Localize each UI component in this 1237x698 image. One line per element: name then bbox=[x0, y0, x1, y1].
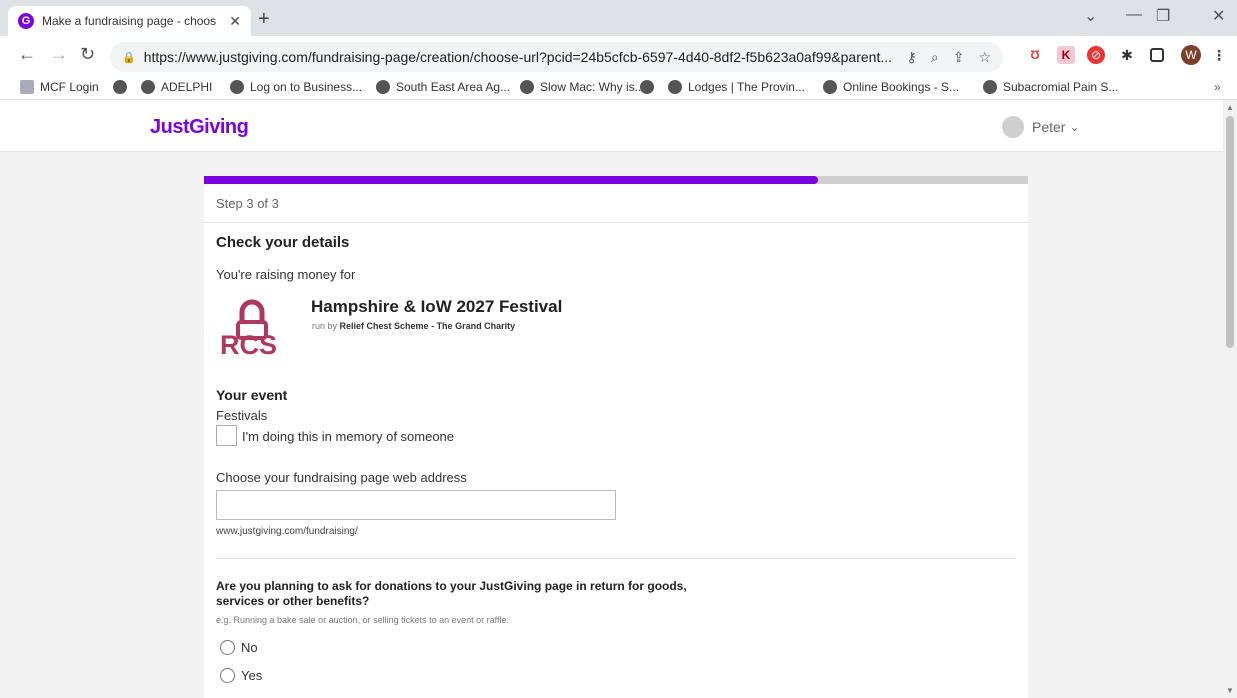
browser-tab[interactable]: G Make a fundraising page - choos ✕ bbox=[8, 6, 251, 36]
lock-icon: 🔒 bbox=[122, 51, 136, 64]
address-url[interactable]: https://www.justgiving.com/fundraising-p… bbox=[144, 49, 893, 65]
globe-icon bbox=[141, 80, 155, 94]
bookmark-online-bookings[interactable]: Online Bookings - S... bbox=[823, 80, 959, 94]
globe-icon bbox=[983, 80, 997, 94]
side-panel-icon[interactable] bbox=[1150, 48, 1164, 62]
bookmark-label: Online Bookings - S... bbox=[843, 80, 960, 94]
scroll-up-icon[interactable]: ▲ bbox=[1226, 103, 1234, 112]
bookmark-globe-2[interactable] bbox=[640, 80, 660, 94]
bookmark-mcf-login[interactable]: MCF Login bbox=[20, 80, 99, 94]
extensions-puzzle-icon[interactable]: ✱ bbox=[1118, 46, 1136, 64]
run-by-prefix: run by bbox=[312, 321, 338, 331]
site-header: JustGiving Peter ⌄ bbox=[0, 100, 1223, 152]
tab-search-icon[interactable]: ⌄ bbox=[1084, 6, 1097, 26]
bookmarks-overflow-button[interactable]: » bbox=[1214, 80, 1221, 94]
extension-u-icon[interactable]: Ʊ bbox=[1026, 46, 1044, 64]
form-card: Step 3 of 3 Check your details You're ra… bbox=[204, 176, 1028, 698]
event-heading: Your event bbox=[216, 387, 288, 403]
radio-no-label: No bbox=[241, 640, 258, 655]
profile-avatar[interactable]: W bbox=[1181, 45, 1201, 65]
mcf-favicon-icon bbox=[20, 80, 34, 94]
run-by-text: run by Relief Chest Scheme - The Grand C… bbox=[312, 321, 515, 331]
bookmark-label: Log on to Business... bbox=[250, 80, 363, 94]
extension-block-icon[interactable]: ⊘ bbox=[1087, 46, 1105, 64]
bookmarks-bar: MCF Login ADELPHI Log on to Business... … bbox=[0, 76, 1237, 100]
radio-yes-label: Yes bbox=[241, 668, 263, 683]
menu-kebab-icon[interactable]: ⋮ bbox=[1210, 46, 1228, 64]
user-name: Peter bbox=[1032, 119, 1066, 135]
close-window-icon[interactable]: ✕ bbox=[1212, 6, 1225, 26]
bookmark-globe[interactable] bbox=[113, 80, 133, 94]
radio-no[interactable] bbox=[220, 640, 235, 655]
back-arrow-icon[interactable]: ← bbox=[18, 44, 36, 65]
bookmark-label: ADELPHI bbox=[161, 80, 213, 94]
event-type: Festivals bbox=[216, 408, 268, 423]
bookmark-slow-mac[interactable]: Slow Mac: Why is... bbox=[520, 80, 645, 94]
user-avatar-icon bbox=[1002, 116, 1024, 138]
in-memory-checkbox[interactable] bbox=[216, 425, 237, 446]
new-tab-button[interactable]: + bbox=[258, 8, 270, 31]
globe-icon bbox=[520, 80, 534, 94]
donations-question: Are you planning to ask for donations to… bbox=[216, 579, 687, 608]
charity-name: Hampshire & IoW 2027 Festival bbox=[311, 297, 563, 316]
web-address-label: Choose your fundraising page web address bbox=[216, 470, 467, 485]
user-menu[interactable]: Peter ⌄ bbox=[1002, 116, 1080, 138]
radio-option-no[interactable]: No bbox=[220, 640, 258, 655]
close-tab-icon[interactable]: ✕ bbox=[229, 13, 241, 30]
step-indicator: Step 3 of 3 bbox=[216, 196, 279, 211]
charity-logo: RCS bbox=[218, 294, 300, 360]
extension-k-icon[interactable]: K bbox=[1057, 46, 1075, 64]
bookmark-adelphi[interactable]: ADELPHI bbox=[141, 80, 212, 94]
bookmark-south-east[interactable]: South East Area Ag... bbox=[376, 80, 510, 94]
bookmark-business[interactable]: Log on to Business... bbox=[230, 80, 362, 94]
bookmark-label: Subacromial Pain S... bbox=[1003, 80, 1119, 94]
reload-icon[interactable]: ↻ bbox=[80, 44, 95, 65]
tab-title: Make a fundraising page - choos bbox=[42, 14, 217, 28]
charity-logo-text: RCS bbox=[220, 330, 277, 358]
scrollbar-thumb[interactable] bbox=[1226, 116, 1234, 348]
scroll-down-icon[interactable]: ▼ bbox=[1226, 686, 1234, 695]
globe-icon bbox=[113, 80, 127, 94]
globe-icon bbox=[230, 80, 244, 94]
chevron-down-icon: ⌄ bbox=[1069, 120, 1080, 134]
web-address-input[interactable] bbox=[216, 490, 616, 520]
bookmark-subacromial[interactable]: Subacromial Pain S... bbox=[983, 80, 1118, 94]
address-bar[interactable]: 🔒 https://www.justgiving.com/fundraising… bbox=[110, 42, 1003, 72]
bookmark-star-icon[interactable]: ☆ bbox=[978, 49, 991, 66]
share-icon[interactable]: ⇪ bbox=[953, 49, 965, 66]
rcs-padlock-icon: RCS bbox=[220, 299, 277, 360]
globe-icon bbox=[823, 80, 837, 94]
restore-icon[interactable]: ❐ bbox=[1156, 6, 1170, 26]
zoom-icon[interactable]: ⌕ bbox=[931, 49, 939, 66]
page-scrollbar[interactable]: ▲ ▼ bbox=[1223, 100, 1237, 698]
justgiving-favicon-icon: G bbox=[18, 13, 34, 29]
donations-hint: e.g. Running a bake sale or auction, or … bbox=[216, 615, 510, 625]
globe-icon bbox=[668, 80, 682, 94]
divider bbox=[204, 222, 1028, 223]
run-by-org: Relief Chest Scheme - The Grand Charity bbox=[339, 321, 516, 331]
bookmark-label: South East Area Ag... bbox=[396, 80, 511, 94]
bookmark-lodges[interactable]: Lodges | The Provin... bbox=[668, 80, 805, 94]
radio-option-yes[interactable]: Yes bbox=[220, 668, 262, 683]
divider bbox=[216, 558, 1016, 559]
page-title: Check your details bbox=[216, 234, 350, 251]
bookmark-label: MCF Login bbox=[40, 80, 99, 94]
web-address-prefix: www.justgiving.com/fundraising/ bbox=[216, 526, 358, 537]
in-memory-label[interactable]: I'm doing this in memory of someone bbox=[242, 429, 454, 444]
bookmark-label: Slow Mac: Why is... bbox=[540, 80, 645, 94]
progress-fill bbox=[204, 176, 818, 184]
forward-arrow-icon[interactable]: → bbox=[50, 44, 68, 65]
key-icon[interactable]: ⚷ bbox=[907, 49, 917, 66]
justgiving-logo[interactable]: JustGiving bbox=[150, 116, 249, 139]
raising-for-label: You're raising money for bbox=[216, 267, 356, 282]
minimize-icon[interactable]: — bbox=[1126, 6, 1142, 24]
globe-icon bbox=[376, 80, 390, 94]
progress-bar bbox=[204, 176, 1028, 184]
radio-yes[interactable] bbox=[220, 668, 235, 683]
bookmark-label: Lodges | The Provin... bbox=[688, 80, 805, 94]
globe-icon bbox=[640, 80, 654, 94]
tab-strip: G Make a fundraising page - choos ✕ + ⌄ … bbox=[0, 0, 1237, 36]
